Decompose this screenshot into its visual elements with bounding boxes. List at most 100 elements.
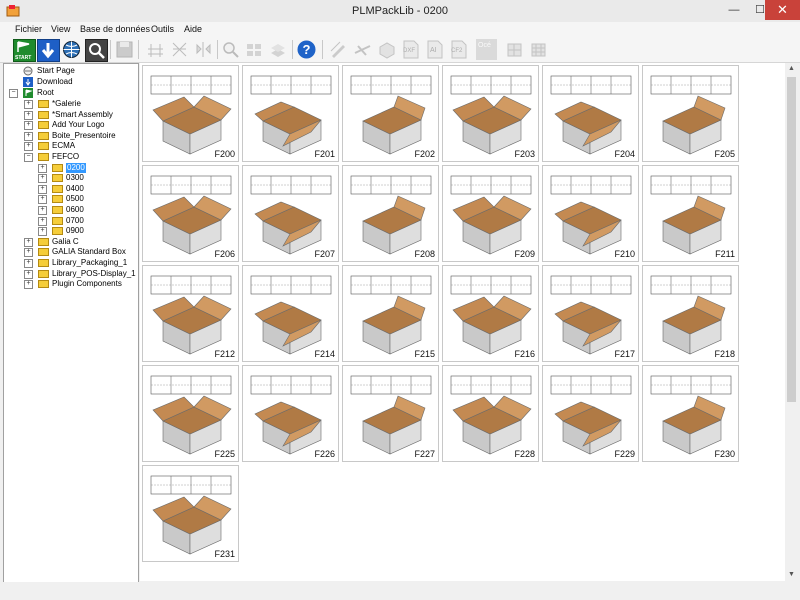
download-button[interactable]: [37, 39, 60, 62]
home-page-icon: [23, 66, 33, 76]
palletization-button[interactable]: [268, 39, 289, 60]
box-thumbnail[interactable]: F229: [542, 365, 639, 462]
box-thumbnail[interactable]: F226: [242, 365, 339, 462]
expand-icon[interactable]: +: [24, 269, 33, 279]
web-button[interactable]: [61, 39, 82, 60]
thumbnail-label: F216: [514, 349, 535, 359]
save-button[interactable]: [114, 39, 135, 60]
box-thumbnail[interactable]: F216: [442, 265, 539, 362]
zoom-button[interactable]: [220, 39, 241, 60]
expand-icon[interactable]: +: [24, 121, 33, 131]
box-drawing: [350, 75, 432, 155]
export-dxf-button[interactable]: DXF: [400, 39, 421, 60]
layout-button[interactable]: [244, 39, 265, 60]
vertical-scrollbar[interactable]: ▲ ▼: [785, 63, 798, 581]
oce-button[interactable]: Océ: [476, 39, 497, 60]
box-thumbnail[interactable]: F203: [442, 65, 539, 162]
cut-button[interactable]: [352, 39, 373, 60]
tree-label: 0400: [66, 183, 84, 193]
edit-button[interactable]: [328, 39, 349, 60]
box-thumbnail[interactable]: F217: [542, 265, 639, 362]
box-thumbnail[interactable]: F202: [342, 65, 439, 162]
svg-text:?: ?: [303, 42, 311, 57]
box-thumbnail[interactable]: F212: [142, 265, 239, 362]
box-thumbnail[interactable]: F230: [642, 365, 739, 462]
box-thumbnail[interactable]: F200: [142, 65, 239, 162]
thumbnail-label: F210: [614, 249, 635, 259]
box-thumbnail[interactable]: F210: [542, 165, 639, 262]
thumbnail-label: F207: [314, 249, 335, 259]
box-thumbnail[interactable]: F215: [342, 265, 439, 362]
box-thumbnail[interactable]: F205: [642, 65, 739, 162]
toolbar-separator: [138, 40, 139, 59]
folder-icon: [38, 280, 49, 289]
export-cf2-button[interactable]: CF2: [448, 39, 469, 60]
expand-icon[interactable]: +: [24, 259, 33, 268]
box-drawing: [150, 275, 232, 355]
expand-icon[interactable]: +: [38, 227, 47, 237]
start-button[interactable]: START: [13, 39, 36, 62]
tool-button-2[interactable]: [169, 39, 190, 60]
box-thumbnail[interactable]: F209: [442, 165, 539, 262]
expand-icon[interactable]: +: [24, 110, 33, 120]
folder-icon: [38, 237, 49, 246]
box-thumbnail[interactable]: F225: [142, 365, 239, 462]
tool-button-3[interactable]: [193, 39, 214, 60]
window-title: PLMPackLib - 0200: [352, 5, 448, 17]
expand-icon[interactable]: +: [38, 206, 47, 215]
expand-icon[interactable]: +: [38, 216, 47, 226]
scroll-down-arrow[interactable]: ▼: [785, 569, 798, 581]
expand-icon[interactable]: +: [24, 237, 33, 247]
tree-label: 0500: [66, 194, 84, 204]
thumbnail-label: F204: [614, 149, 635, 159]
help-button[interactable]: ?: [296, 39, 317, 60]
box-thumbnail[interactable]: F204: [542, 65, 639, 162]
menu-view[interactable]: View: [51, 24, 70, 34]
close-button[interactable]: ✕: [765, 0, 800, 20]
box-thumbnail[interactable]: F206: [142, 165, 239, 262]
box-thumbnail[interactable]: F228: [442, 365, 539, 462]
search-button[interactable]: [85, 39, 108, 62]
grid-button-2[interactable]: [528, 39, 549, 60]
scroll-up-arrow[interactable]: ▲: [785, 63, 798, 75]
thumbnail-label: F217: [614, 349, 635, 359]
expand-icon[interactable]: +: [24, 280, 33, 290]
scroll-thumb[interactable]: [787, 77, 796, 402]
expand-icon[interactable]: +: [38, 195, 47, 205]
expand-icon[interactable]: +: [24, 248, 33, 258]
box-thumbnail[interactable]: F211: [642, 165, 739, 262]
expand-icon[interactable]: +: [38, 163, 47, 173]
tool-button-1[interactable]: [145, 39, 166, 60]
box-thumbnail[interactable]: F227: [342, 365, 439, 462]
thumbnail-label: F230: [714, 449, 735, 459]
expand-icon[interactable]: +: [24, 131, 33, 141]
box-thumbnail[interactable]: F214: [242, 265, 339, 362]
expand-icon[interactable]: +: [24, 100, 33, 109]
menu-aide[interactable]: Aide: [184, 24, 202, 34]
box-thumbnail[interactable]: F207: [242, 165, 339, 262]
box-thumbnail[interactable]: F208: [342, 165, 439, 262]
menu-outils[interactable]: Outils: [151, 24, 174, 34]
export-3d-button[interactable]: [376, 39, 397, 60]
minimize-button[interactable]: —: [721, 0, 747, 20]
export-ai-button[interactable]: AI: [424, 39, 445, 60]
box-thumbnail[interactable]: F231: [142, 465, 239, 562]
grid-button-1[interactable]: [504, 39, 525, 60]
box-thumbnail[interactable]: F201: [242, 65, 339, 162]
expand-icon[interactable]: +: [38, 184, 47, 194]
folder-icon: [38, 110, 49, 119]
menu-fichier[interactable]: Fichier: [15, 24, 42, 34]
box-drawing: [150, 175, 232, 255]
collapse-icon[interactable]: −: [24, 153, 33, 162]
box-drawing: [350, 275, 432, 355]
root-icon: [23, 88, 33, 98]
expand-icon[interactable]: +: [38, 174, 47, 184]
tree-label: 0900: [66, 226, 84, 236]
tree-view[interactable]: Start Page Download − Root + *Galerie + *Sm…: [3, 63, 139, 583]
collapse-icon[interactable]: −: [9, 89, 18, 98]
menu-base-de-donnees[interactable]: Base de données: [80, 24, 150, 34]
help-icon: ?: [297, 40, 316, 59]
status-bar: [0, 582, 800, 600]
expand-icon[interactable]: +: [24, 142, 33, 152]
box-thumbnail[interactable]: F218: [642, 265, 739, 362]
